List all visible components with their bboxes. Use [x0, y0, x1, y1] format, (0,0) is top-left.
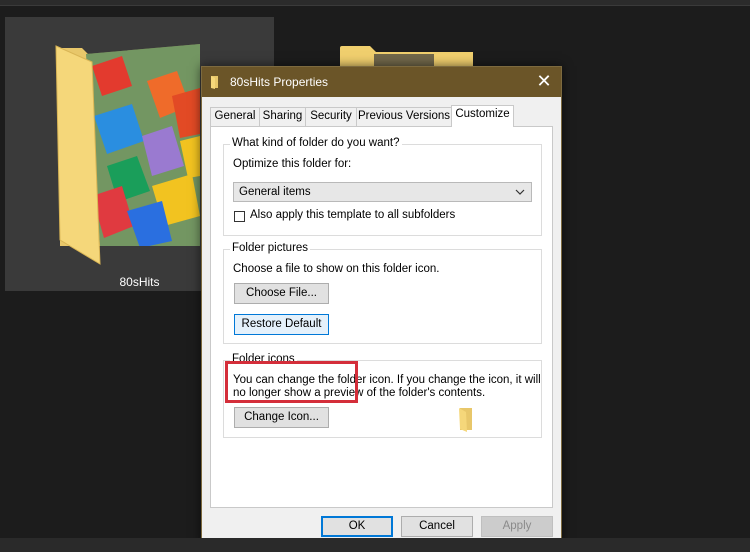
- change-icon-button[interactable]: Change Icon...: [234, 407, 329, 428]
- choose-file-button[interactable]: Choose File...: [234, 283, 329, 304]
- folder-icon-preview: [459, 408, 472, 432]
- chevron-down-icon: [515, 189, 525, 195]
- folder-type-group: What kind of folder do you want? Optimiz…: [223, 137, 542, 236]
- folder-preview-icon[interactable]: [52, 26, 202, 266]
- close-icon: ✕: [536, 71, 552, 91]
- folder-pictures-group: Folder pictures Choose a file to show on…: [223, 242, 542, 344]
- close-button[interactable]: ✕: [527, 67, 561, 97]
- tab-sharing[interactable]: Sharing: [259, 107, 306, 126]
- apply-subfolders-label: Also apply this template to all subfolde…: [250, 209, 456, 221]
- taskbar-strip: [0, 538, 750, 552]
- tab-previous-versions[interactable]: Previous Versions: [356, 107, 452, 126]
- customize-panel: What kind of folder do you want? Optimiz…: [210, 126, 553, 508]
- optimize-selected-value: General items: [239, 186, 311, 198]
- apply-button[interactable]: Apply: [481, 516, 553, 537]
- folder-type-heading: What kind of folder do you want?: [230, 137, 402, 149]
- tab-general[interactable]: General: [210, 107, 260, 126]
- restore-default-button[interactable]: Restore Default: [234, 314, 329, 335]
- tab-customize[interactable]: Customize: [451, 105, 514, 127]
- ok-button[interactable]: OK: [321, 516, 393, 537]
- dialog-title: 80sHits Properties: [230, 75, 329, 89]
- dialog-titlebar[interactable]: 80sHits Properties ✕: [202, 67, 561, 97]
- window-top-bar: [0, 0, 750, 6]
- folder-pictures-heading: Folder pictures: [230, 242, 311, 254]
- cancel-button[interactable]: Cancel: [401, 516, 473, 537]
- apply-subfolders-checkbox[interactable]: [234, 211, 245, 222]
- folder-icon: [211, 76, 218, 89]
- restore-default-highlight: [225, 361, 358, 403]
- optimize-select[interactable]: General items: [233, 182, 532, 202]
- folder-pictures-description: Choose a file to show on this folder ico…: [233, 263, 440, 275]
- properties-dialog: 80sHits Properties ✕ General Sharing Sec…: [201, 66, 562, 546]
- optimize-label: Optimize this folder for:: [233, 158, 352, 170]
- tab-security[interactable]: Security: [305, 107, 357, 126]
